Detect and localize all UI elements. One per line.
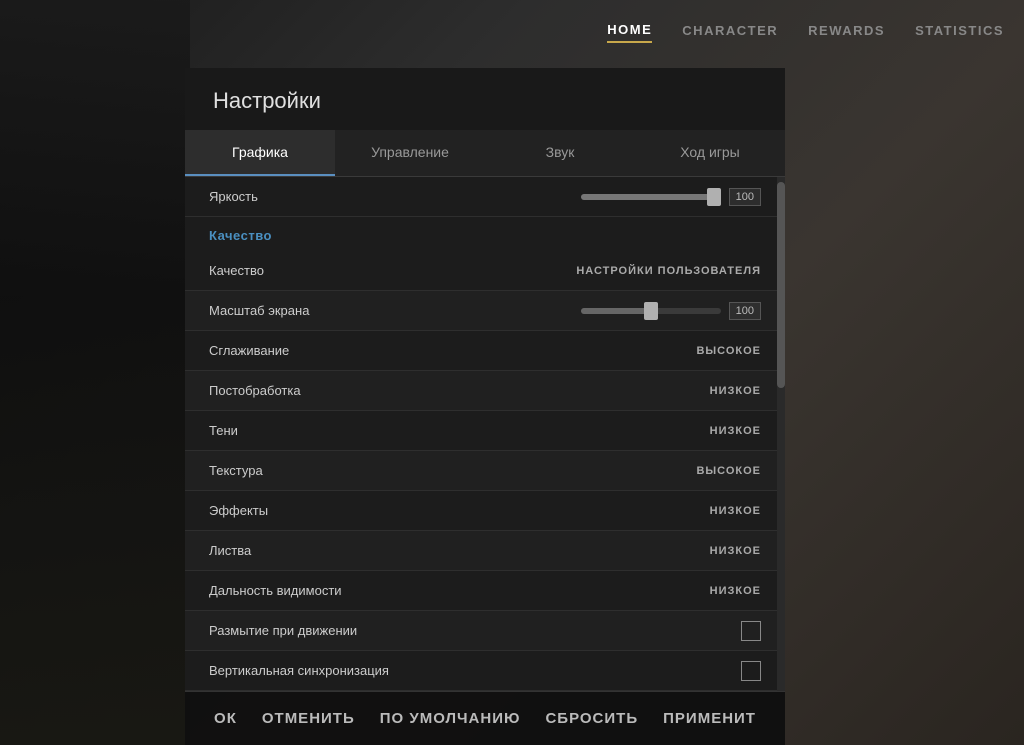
nav-statistics[interactable]: STATISTICS xyxy=(915,19,1004,42)
top-nav: HOME CHARACTER REWARDS STATISTICS xyxy=(587,0,1024,61)
tab-controls[interactable]: Управление xyxy=(335,130,485,176)
btn-apply[interactable]: ПРИМЕНИТ xyxy=(663,710,756,727)
screen-scale-slider-track[interactable] xyxy=(581,308,721,314)
value-quality[interactable]: НАСТРОЙКИ ПОЛЬЗОВАТЕЛЯ xyxy=(576,265,761,277)
value-view-distance[interactable]: НИЗКОЕ xyxy=(710,585,761,597)
row-brightness: Яркость 100 xyxy=(185,177,785,217)
settings-content: Яркость 100 Качество Качество НАСТРОЙКИ … xyxy=(185,177,785,691)
label-texture: Текстура xyxy=(209,463,696,478)
brightness-slider-fill xyxy=(581,194,721,200)
row-foliage: Листва НИЗКОЕ xyxy=(185,531,785,571)
screen-scale-slider-container: 100 xyxy=(581,302,761,320)
nav-home[interactable]: HOME xyxy=(607,18,652,43)
row-antialiasing: Сглаживание ВЫСОКОЕ xyxy=(185,331,785,371)
value-postprocessing[interactable]: НИЗКОЕ xyxy=(710,385,761,397)
tabs-container: Графика Управление Звук Ход игры xyxy=(185,130,785,177)
btn-cancel[interactable]: ОТМЕНИТЬ xyxy=(262,710,355,727)
label-vsync: Вертикальная синхронизация xyxy=(209,663,741,678)
value-foliage[interactable]: НИЗКОЕ xyxy=(710,545,761,557)
screen-scale-value: 100 xyxy=(729,302,761,320)
value-shadows[interactable]: НИЗКОЕ xyxy=(710,425,761,437)
row-quality: Качество НАСТРОЙКИ ПОЛЬЗОВАТЕЛЯ xyxy=(185,251,785,291)
label-effects: Эффекты xyxy=(209,503,710,518)
row-view-distance: Дальность видимости НИЗКОЕ xyxy=(185,571,785,611)
label-brightness: Яркость xyxy=(209,189,581,204)
scrollbar-thumb[interactable] xyxy=(777,182,785,388)
row-motion-blur: Размытие при движении xyxy=(185,611,785,651)
value-antialiasing[interactable]: ВЫСОКОЕ xyxy=(696,345,761,357)
screen-scale-slider-thumb[interactable] xyxy=(644,302,658,320)
row-texture: Текстура ВЫСОКОЕ xyxy=(185,451,785,491)
value-texture[interactable]: ВЫСОКОЕ xyxy=(696,465,761,477)
nav-character[interactable]: CHARACTER xyxy=(682,19,778,42)
row-postprocessing: Постобработка НИЗКОЕ xyxy=(185,371,785,411)
nav-rewards[interactable]: REWARDS xyxy=(808,19,885,42)
btn-reset[interactable]: СБРОСИТЬ xyxy=(545,710,638,727)
label-view-distance: Дальность видимости xyxy=(209,583,710,598)
brightness-slider-thumb[interactable] xyxy=(707,188,721,206)
brightness-slider-track[interactable] xyxy=(581,194,721,200)
label-foliage: Листва xyxy=(209,543,710,558)
scrollbar[interactable] xyxy=(777,177,785,691)
label-motion-blur: Размытие при движении xyxy=(209,623,741,638)
label-screen-scale: Масштаб экрана xyxy=(209,303,581,318)
checkbox-vsync[interactable] xyxy=(741,661,761,681)
label-postprocessing: Постобработка xyxy=(209,383,710,398)
screen-scale-slider-fill xyxy=(581,308,651,314)
tab-sound[interactable]: Звук xyxy=(485,130,635,176)
label-quality: Качество xyxy=(209,263,576,278)
btn-default[interactable]: ПО УМОЛЧАНИЮ xyxy=(380,710,521,727)
tab-gameplay[interactable]: Ход игры xyxy=(635,130,785,176)
quality-section-title: Качество xyxy=(209,228,272,243)
tab-graphics[interactable]: Графика xyxy=(185,130,335,176)
brightness-value: 100 xyxy=(729,188,761,206)
label-antialiasing: Сглаживание xyxy=(209,343,696,358)
quality-section-header: Качество xyxy=(185,217,785,251)
row-screen-scale: Масштаб экрана 100 xyxy=(185,291,785,331)
bottom-bar: ОК ОТМЕНИТЬ ПО УМОЛЧАНИЮ СБРОСИТЬ ПРИМЕН… xyxy=(185,691,785,745)
btn-ok[interactable]: ОК xyxy=(214,710,237,727)
label-shadows: Тени xyxy=(209,423,710,438)
value-effects[interactable]: НИЗКОЕ xyxy=(710,505,761,517)
settings-panel: Настройки Графика Управление Звук Ход иг… xyxy=(185,68,785,691)
row-shadows: Тени НИЗКОЕ xyxy=(185,411,785,451)
row-vsync: Вертикальная синхронизация xyxy=(185,651,785,691)
checkbox-motion-blur[interactable] xyxy=(741,621,761,641)
row-effects: Эффекты НИЗКОЕ xyxy=(185,491,785,531)
settings-title: Настройки xyxy=(185,68,785,130)
brightness-slider-container: 100 xyxy=(581,188,761,206)
